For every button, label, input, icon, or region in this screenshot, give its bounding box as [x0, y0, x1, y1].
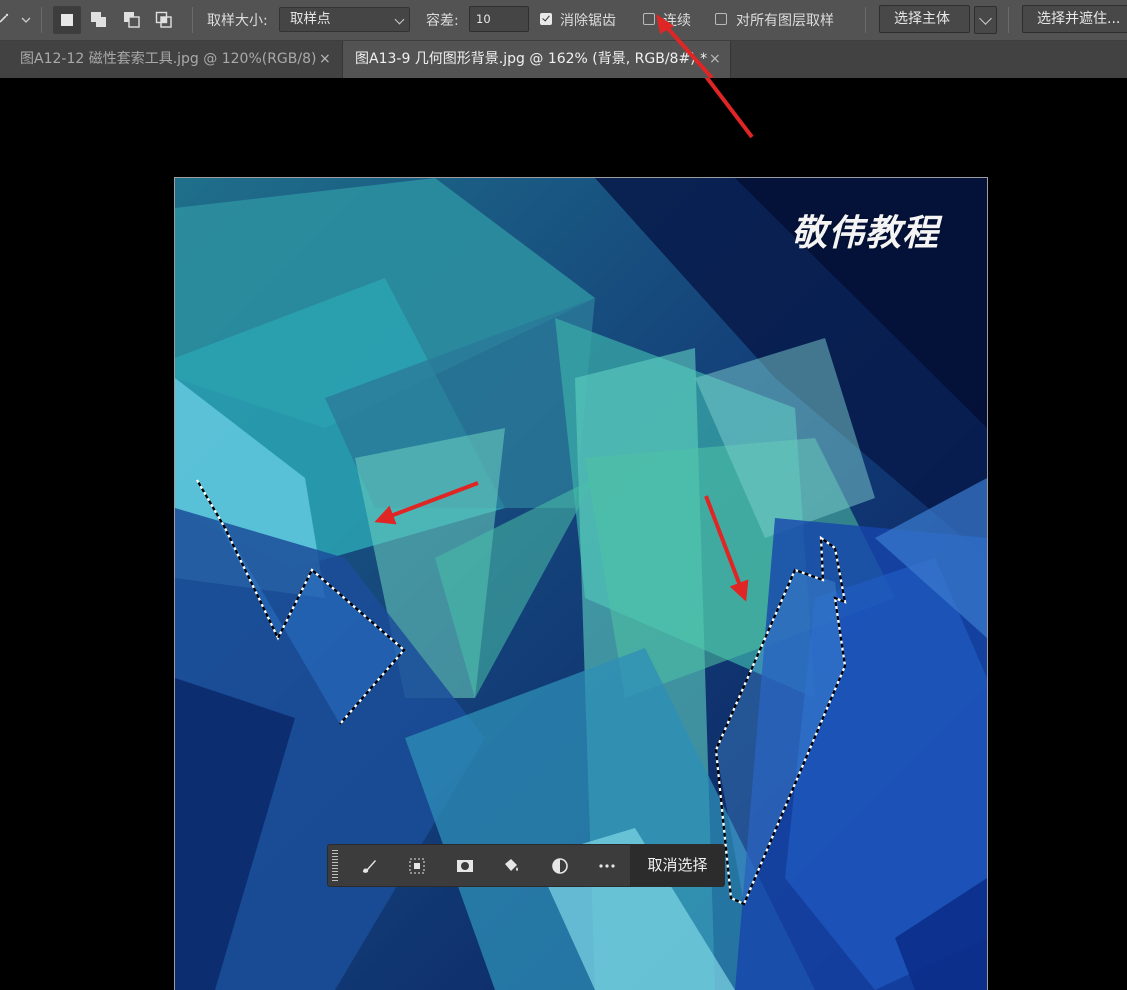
canvas-workspace: 敬伟教程: [0, 78, 1127, 990]
drag-handle[interactable]: [332, 850, 338, 883]
modify-selection-button[interactable]: [404, 853, 430, 879]
fill-bucket-icon: [505, 859, 518, 871]
create-mask-button[interactable]: [452, 853, 478, 879]
generative-fill-button[interactable]: [356, 853, 382, 879]
adjustment-layer-button[interactable]: [547, 853, 573, 879]
more-icon: [599, 864, 615, 868]
more-options-button[interactable]: [594, 853, 620, 879]
select-transform-icon: [409, 858, 425, 874]
brush-icon: [363, 860, 376, 873]
deselect-button[interactable]: 取消选择: [630, 844, 725, 887]
fill-selection-button[interactable]: [498, 853, 524, 879]
annotation-arrow-top: [656, 14, 714, 78]
contextual-task-bar: 取消选择: [327, 844, 725, 887]
adjustment-icon: [552, 858, 568, 874]
watermark-text: 敬伟教程: [791, 213, 940, 254]
arrow-to-contiguous-checkbox: [704, 78, 754, 139]
mask-icon: [457, 860, 473, 872]
